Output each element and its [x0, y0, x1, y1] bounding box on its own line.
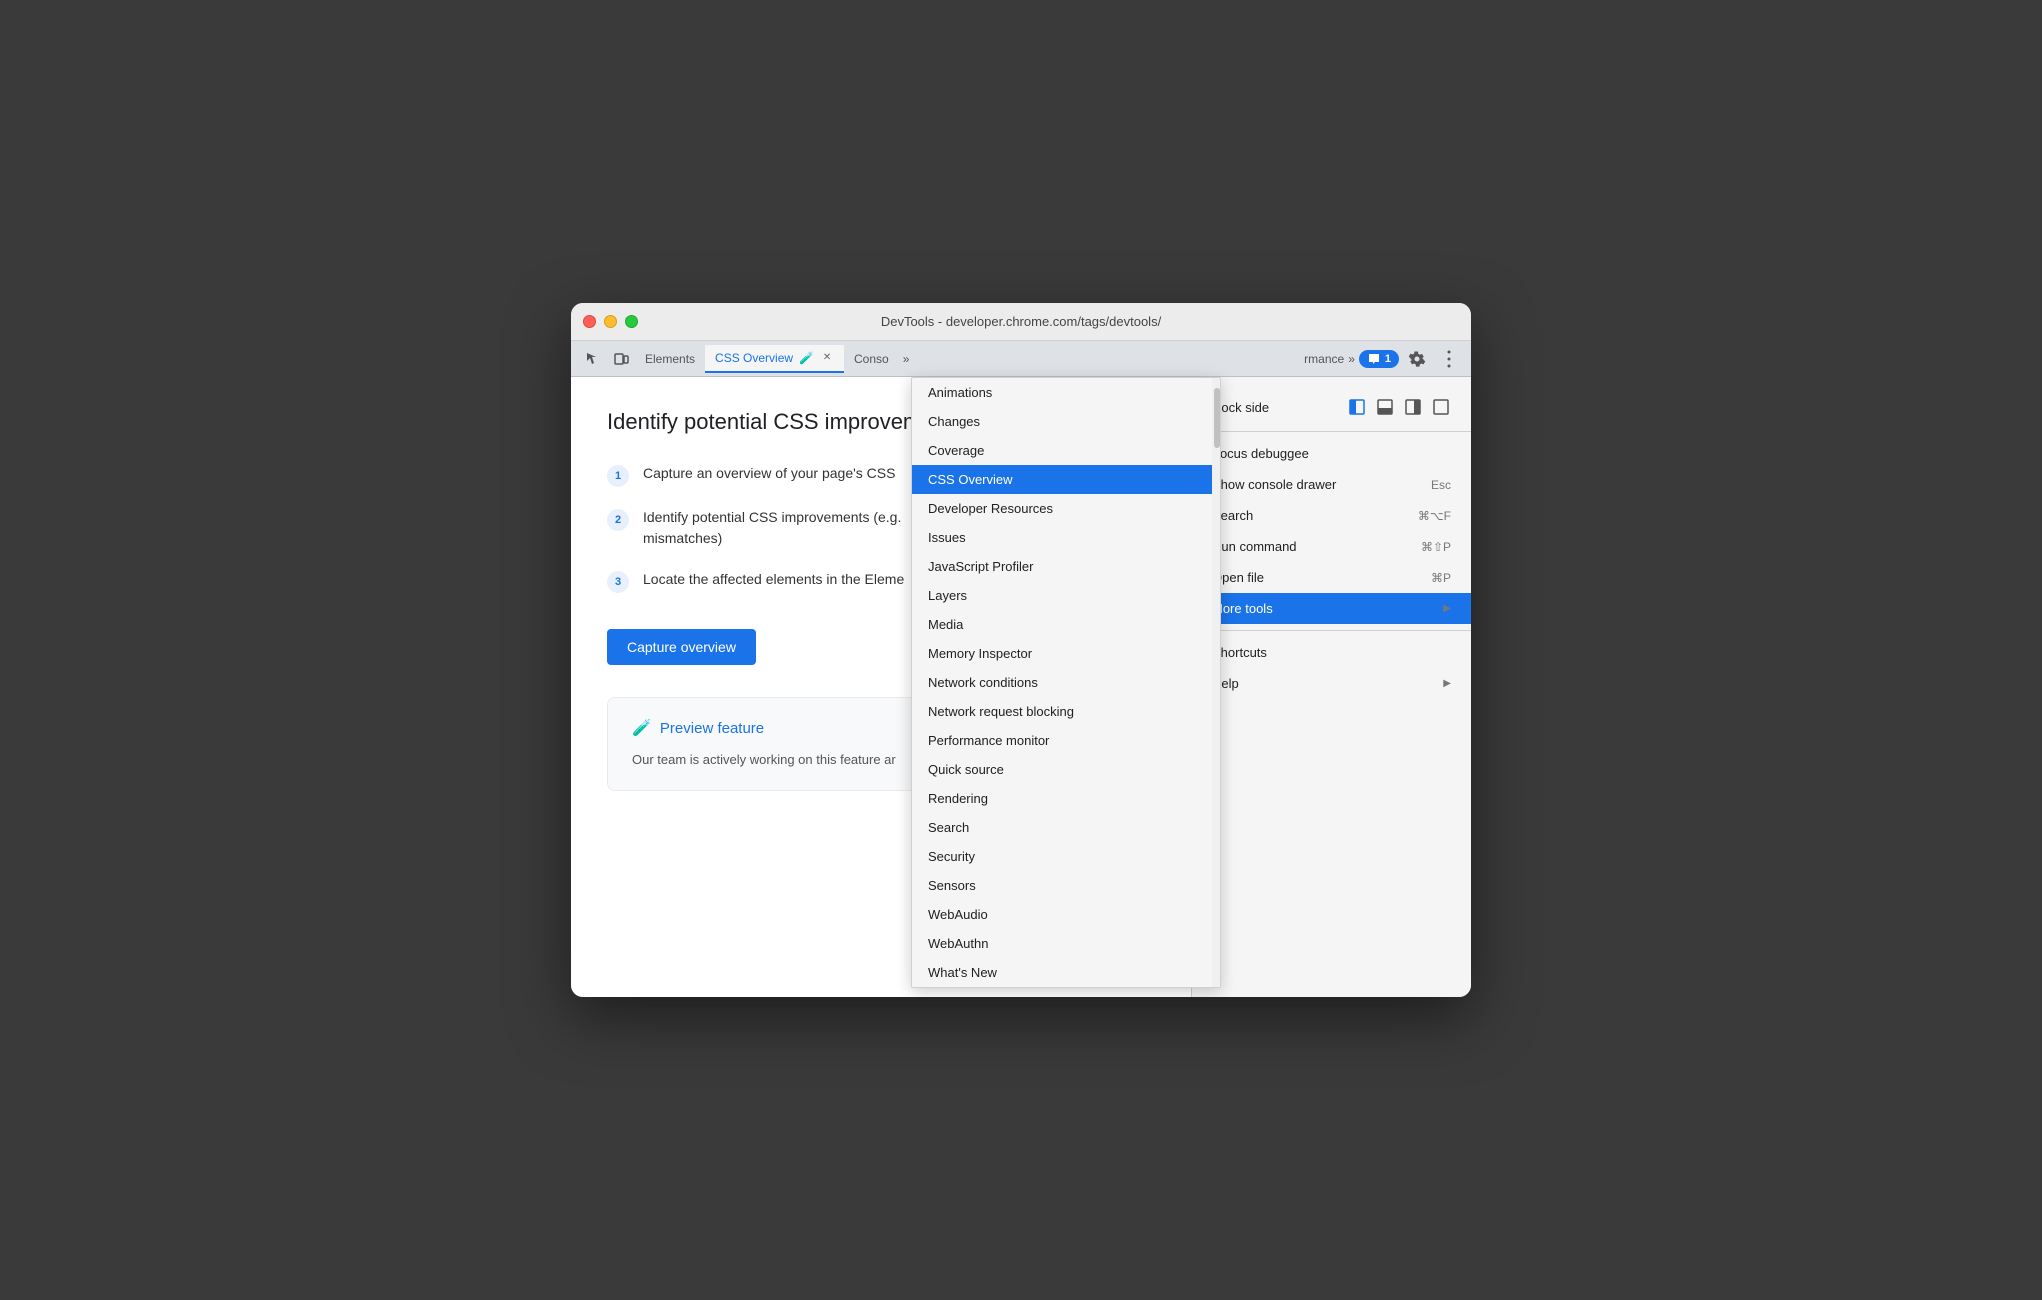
- more-tools-dropdown: AnimationsChangesCoverageCSS OverviewDev…: [911, 377, 1221, 988]
- dropdown-scrollbar[interactable]: [1212, 378, 1220, 987]
- step-2-number: 2: [607, 509, 629, 531]
- dropdown-item-quick-source[interactable]: Quick source: [912, 755, 1220, 784]
- context-item-search[interactable]: Search⌘⌥F: [1192, 500, 1471, 531]
- dock-side-row: Dock side: [1192, 389, 1471, 425]
- dropdown-item-search[interactable]: Search: [912, 813, 1220, 842]
- expand-tabs-button[interactable]: »: [1348, 352, 1355, 366]
- dropdown-item-issues[interactable]: Issues: [912, 523, 1220, 552]
- dropdown-item-coverage[interactable]: Coverage: [912, 436, 1220, 465]
- step-1-text: Capture an overview of your page's CSS: [643, 463, 895, 484]
- tab-bar-right: rmance » 1: [1304, 345, 1463, 373]
- device-toolbar-icon[interactable]: [607, 345, 635, 373]
- settings-button[interactable]: [1403, 345, 1431, 373]
- dropdown-item-animations[interactable]: Animations: [912, 378, 1220, 407]
- scrollbar-thumb: [1214, 388, 1220, 448]
- main-area: Identify potential CSS improvemer 1 Capt…: [571, 377, 1471, 997]
- context-item-open-file[interactable]: Open file⌘P: [1192, 562, 1471, 593]
- title-bar: DevTools - developer.chrome.com/tags/dev…: [571, 303, 1471, 341]
- chat-badge[interactable]: 1: [1359, 350, 1399, 368]
- step-2-text: Identify potential CSS improvements (e.g…: [643, 507, 901, 549]
- chat-icon: [1367, 352, 1381, 366]
- dropdown-item-changes[interactable]: Changes: [912, 407, 1220, 436]
- tab-console[interactable]: Conso: [844, 345, 899, 373]
- tab-css-overview[interactable]: CSS Overview 🧪 ✕: [705, 345, 844, 373]
- tab-css-overview-label: CSS Overview: [715, 351, 793, 365]
- context-item-label-focus-debuggee: Focus debuggee: [1212, 446, 1309, 461]
- context-item-help[interactable]: Help▶: [1192, 668, 1471, 699]
- tab-elements-label: Elements: [645, 352, 695, 366]
- minimize-window-button[interactable]: [604, 315, 617, 328]
- context-item-focus-debuggee[interactable]: Focus debuggee: [1192, 438, 1471, 469]
- dock-side-label: Dock side: [1212, 400, 1335, 415]
- dropdown-item-layers[interactable]: Layers: [912, 581, 1220, 610]
- context-item-arrow-help: ▶: [1443, 678, 1451, 689]
- dock-bottom-icon[interactable]: [1375, 397, 1395, 417]
- right-panel: Dock side: [1191, 377, 1471, 997]
- dropdown-item-network-conditions[interactable]: Network conditions: [912, 668, 1220, 697]
- dock-separate-icon[interactable]: [1347, 397, 1367, 417]
- context-item-shortcut-run-command: ⌘⇧P: [1421, 540, 1451, 554]
- dock-undock-icon[interactable]: [1431, 397, 1451, 417]
- dropdown-item-whats-new[interactable]: What's New: [912, 958, 1220, 987]
- preview-title-text: Preview feature: [660, 720, 764, 737]
- context-item-label-show-console-drawer: Show console drawer: [1212, 477, 1336, 492]
- step-3-number: 3: [607, 571, 629, 593]
- dock-right-icon[interactable]: [1403, 397, 1423, 417]
- context-item-shortcut-open-file: ⌘P: [1431, 571, 1451, 585]
- more-options-button[interactable]: [1435, 345, 1463, 373]
- dropdown-item-css-overview[interactable]: CSS Overview: [912, 465, 1220, 494]
- context-item-shortcut-search: ⌘⌥F: [1418, 509, 1451, 523]
- dropdown-list: AnimationsChangesCoverageCSS OverviewDev…: [912, 378, 1220, 987]
- close-window-button[interactable]: [583, 315, 596, 328]
- step-1-number: 1: [607, 465, 629, 487]
- dropdown-item-webaudio[interactable]: WebAudio: [912, 900, 1220, 929]
- traffic-lights: [583, 315, 638, 328]
- kebab-icon: [1447, 350, 1451, 368]
- context-item-shortcuts[interactable]: Shortcuts: [1192, 637, 1471, 668]
- context-item-arrow-more-tools: ▶: [1443, 603, 1451, 614]
- right-panel-items: Focus debuggee Show console drawer Esc Sear…: [1192, 438, 1471, 699]
- step-3-text: Locate the affected elements in the Elem…: [643, 569, 904, 590]
- maximize-window-button[interactable]: [625, 315, 638, 328]
- flask-tab-icon: 🧪: [799, 351, 814, 365]
- tab-close-button[interactable]: ✕: [820, 351, 834, 365]
- dropdown-item-network-request-blocking[interactable]: Network request blocking: [912, 697, 1220, 726]
- capture-overview-button[interactable]: Capture overview: [607, 629, 756, 665]
- badge-count: 1: [1385, 353, 1391, 365]
- tab-bar: Elements CSS Overview 🧪 ✕ Conso » rmance…: [571, 341, 1471, 377]
- tab-elements[interactable]: Elements: [635, 345, 705, 373]
- flask-icon: 🧪: [632, 718, 652, 738]
- dropdown-item-performance-monitor[interactable]: Performance monitor: [912, 726, 1220, 755]
- context-item-label-more-tools: More tools: [1212, 601, 1273, 616]
- inspect-element-icon[interactable]: [579, 345, 607, 373]
- dropdown-item-sensors[interactable]: Sensors: [912, 871, 1220, 900]
- dropdown-item-security[interactable]: Security: [912, 842, 1220, 871]
- dropdown-item-rendering[interactable]: Rendering: [912, 784, 1220, 813]
- dock-icons: [1347, 397, 1451, 417]
- dropdown-item-javascript-profiler[interactable]: JavaScript Profiler: [912, 552, 1220, 581]
- context-item-show-console-drawer[interactable]: Show console drawer Esc: [1192, 469, 1471, 500]
- divider-after-more-tools: [1192, 630, 1471, 631]
- performance-tab[interactable]: rmance: [1304, 352, 1344, 366]
- dropdown-item-developer-resources[interactable]: Developer Resources: [912, 494, 1220, 523]
- dropdown-item-webauthn[interactable]: WebAuthn: [912, 929, 1220, 958]
- devtools-window: DevTools - developer.chrome.com/tags/dev…: [571, 303, 1471, 997]
- dropdown-item-media[interactable]: Media: [912, 610, 1220, 639]
- context-item-more-tools[interactable]: More tools ▶: [1192, 593, 1471, 624]
- context-item-shortcut-show-console-drawer: Esc: [1431, 478, 1451, 492]
- context-item-run-command[interactable]: Run command ⌘⇧P: [1192, 531, 1471, 562]
- window-title: DevTools - developer.chrome.com/tags/dev…: [881, 314, 1161, 329]
- tab-console-label: Conso: [854, 352, 889, 366]
- gear-icon: [1408, 350, 1426, 368]
- dropdown-item-memory-inspector[interactable]: Memory Inspector: [912, 639, 1220, 668]
- divider-1: [1192, 431, 1471, 432]
- context-item-label-run-command: Run command: [1212, 539, 1297, 554]
- more-tabs-button[interactable]: »: [903, 352, 910, 366]
